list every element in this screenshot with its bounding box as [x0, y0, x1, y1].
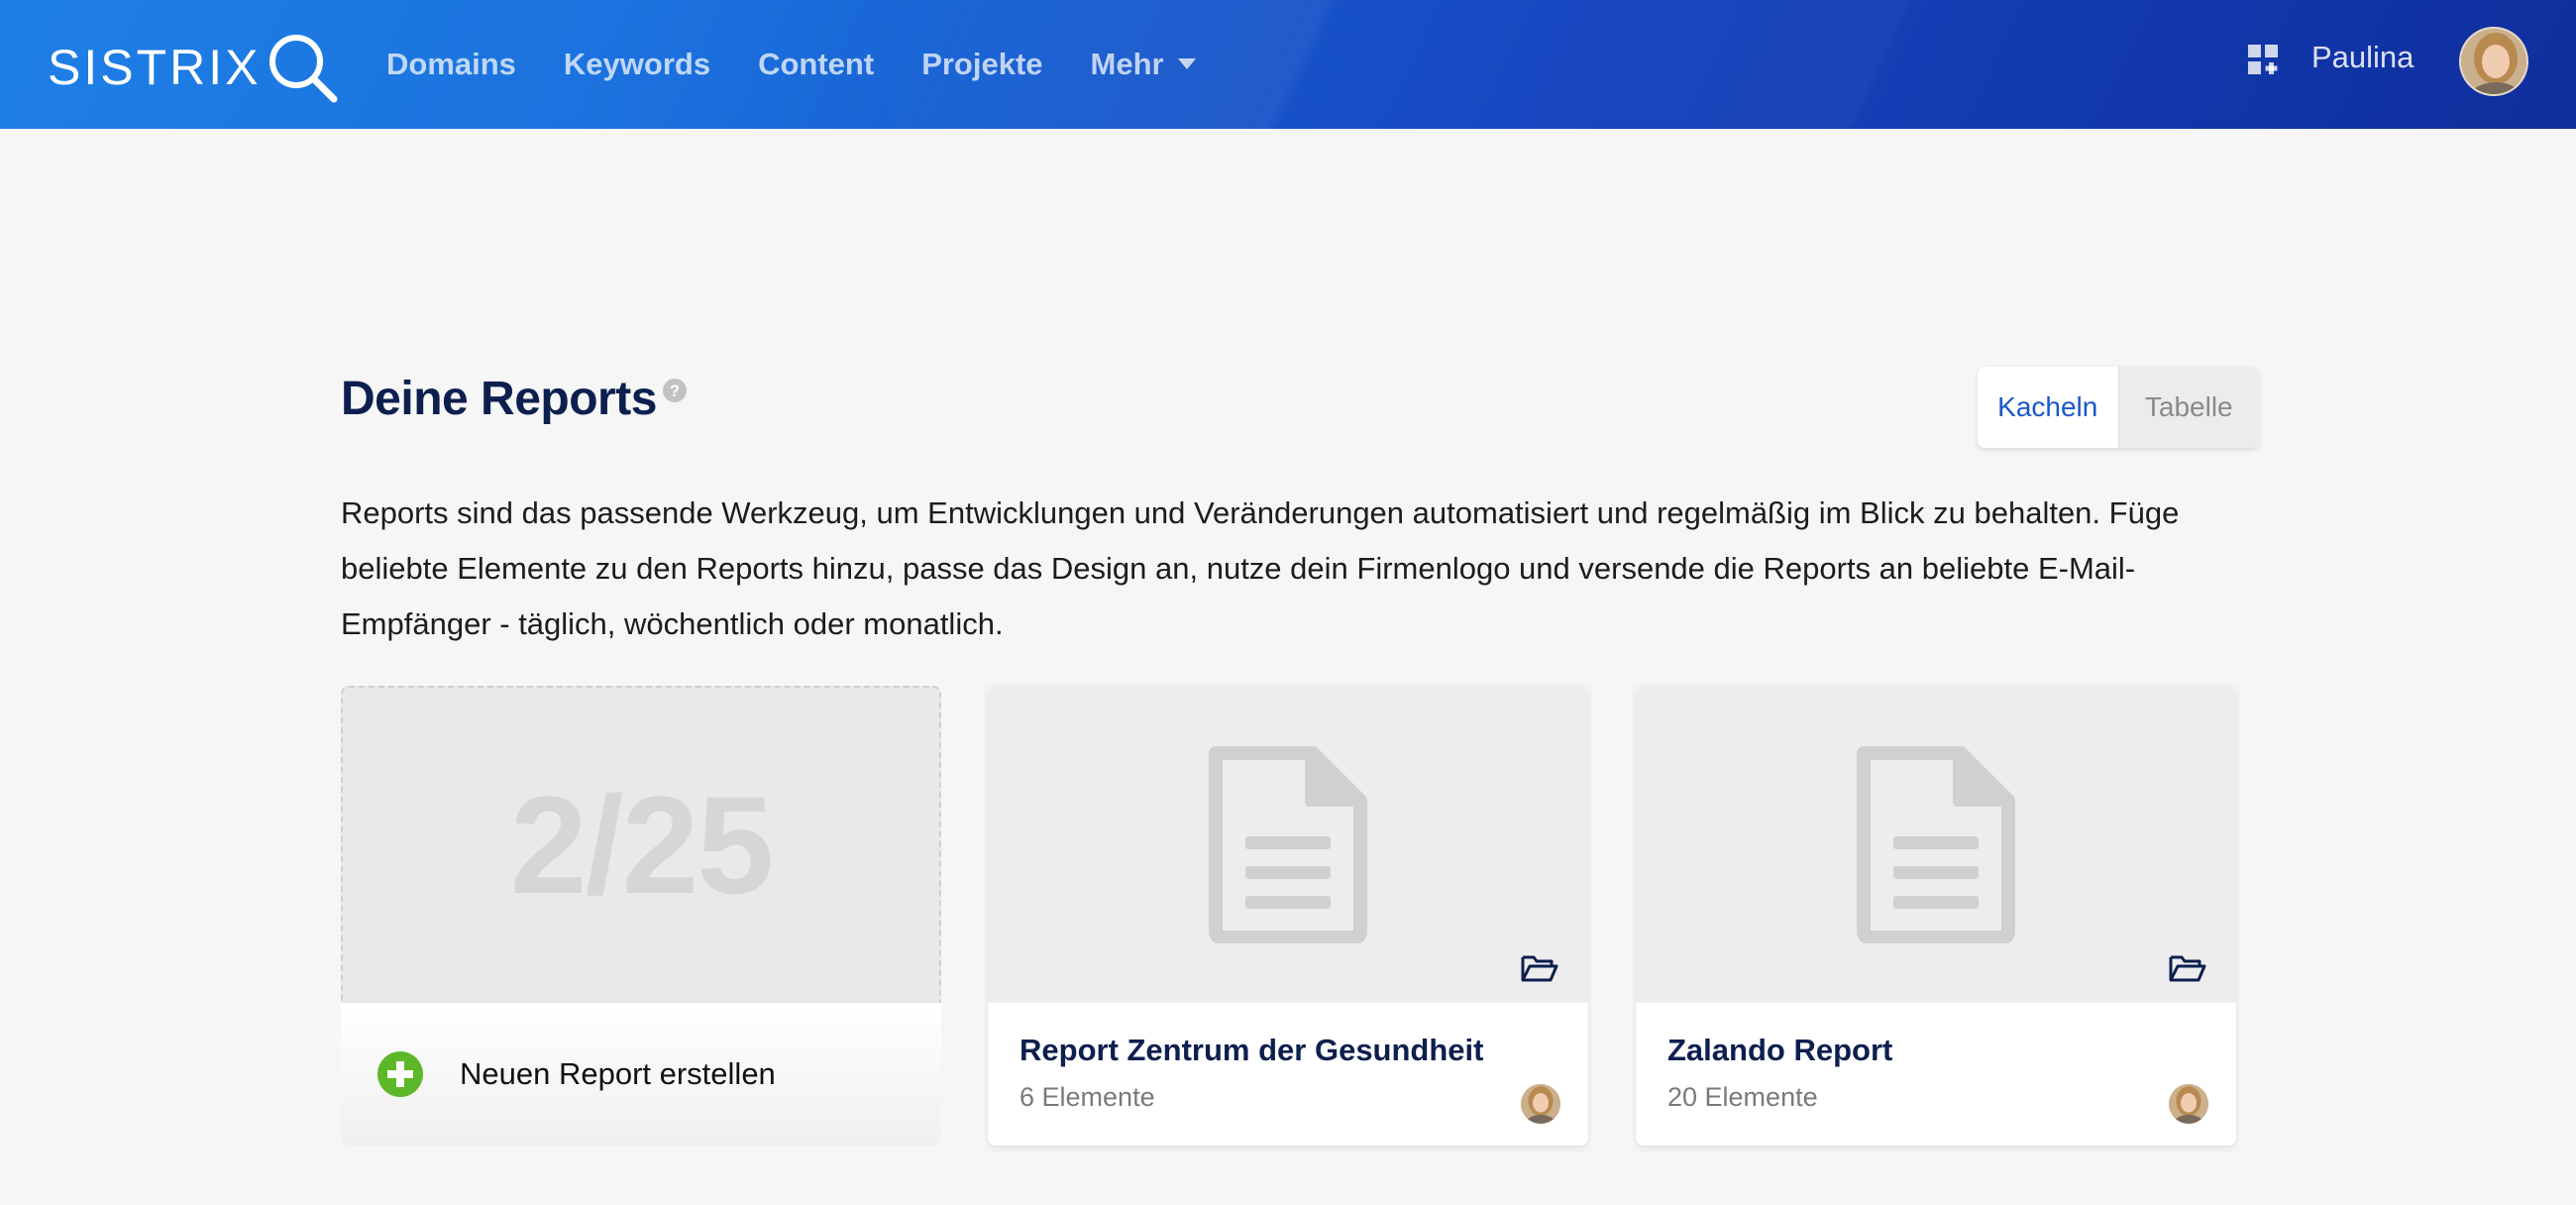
nav-mehr-dropdown[interactable]: Mehr	[1091, 47, 1196, 82]
report-quota-box: 2/25	[341, 686, 941, 1003]
report-title[interactable]: Report Zentrum der Gesundheit	[1020, 1033, 1556, 1068]
nav-keywords[interactable]: Keywords	[564, 47, 710, 82]
nav-domains[interactable]: Domains	[386, 47, 516, 82]
view-toggle: Kacheln Tabelle	[1978, 367, 2259, 448]
document-icon	[1857, 746, 2015, 943]
help-icon[interactable]: ?	[662, 378, 688, 403]
avatar-image	[2169, 1084, 2208, 1124]
toggle-tiles-button[interactable]: Kacheln	[1978, 367, 2118, 448]
logo-text: SISTRIX	[48, 40, 262, 95]
document-icon	[1209, 746, 1367, 943]
report-card[interactable]: Zalando Report 20 Elemente	[1636, 686, 2236, 1146]
new-report-label: Neuen Report erstellen	[460, 1056, 776, 1091]
page-title-row: Deine Reports	[341, 372, 657, 426]
report-thumbnail	[988, 686, 1588, 1003]
page-title: Deine Reports	[341, 373, 657, 425]
nav-keywords-label: Keywords	[563, 47, 711, 81]
nav-projekte-label: Projekte	[921, 47, 1043, 81]
nav-domains-label: Domains	[386, 47, 516, 81]
folder-open-icon[interactable]	[1521, 953, 1558, 983]
svg-text:?: ?	[670, 382, 680, 400]
report-title[interactable]: Zalando Report	[1667, 1033, 2204, 1068]
nav-content-label: Content	[758, 47, 875, 81]
report-element-count: 20 Elemente	[1667, 1082, 1818, 1112]
nav-content[interactable]: Content	[758, 47, 874, 82]
report-info: Report Zentrum der Gesundheit 6 Elemente	[988, 1003, 1588, 1146]
plus-circle-icon	[377, 1051, 423, 1097]
folder-open-icon[interactable]	[2169, 953, 2206, 983]
avatar[interactable]	[2459, 27, 2528, 96]
nav-mehr-label: Mehr	[1090, 47, 1164, 81]
avatar	[1521, 1084, 1560, 1124]
avatar	[2169, 1084, 2208, 1124]
intro-text: Reports sind das passende Werkzeug, um E…	[341, 495, 2180, 641]
report-quota-counter: 2/25	[509, 767, 774, 923]
apps-grid-icon[interactable]	[2247, 44, 2281, 77]
report-card[interactable]: Report Zentrum der Gesundheit 6 Elemente	[988, 686, 1588, 1146]
toggle-table-button[interactable]: Tabelle	[2117, 367, 2259, 448]
report-info: Zalando Report 20 Elemente	[1636, 1003, 2236, 1146]
avatar-image	[1521, 1084, 1560, 1124]
sistrix-logo[interactable]: SISTRIX	[48, 30, 340, 105]
nav-projekte[interactable]: Projekte	[921, 47, 1042, 82]
main-nav: Domains Keywords Content Projekte Mehr	[386, 0, 1243, 129]
search-logo-icon	[269, 35, 338, 103]
avatar-image	[2461, 29, 2526, 94]
chevron-down-icon	[1177, 58, 1196, 69]
report-thumbnail	[1636, 686, 2236, 1003]
report-element-count: 6 Elemente	[1020, 1082, 1155, 1112]
user-name[interactable]: Paulina	[2311, 40, 2414, 75]
new-report-card[interactable]: 2/25 Neuen Report erstellen	[341, 686, 941, 1146]
top-navigation-bar: SISTRIX Domains Keywords Content Projekt…	[0, 0, 2576, 129]
new-report-button[interactable]: Neuen Report erstellen	[341, 1003, 941, 1146]
